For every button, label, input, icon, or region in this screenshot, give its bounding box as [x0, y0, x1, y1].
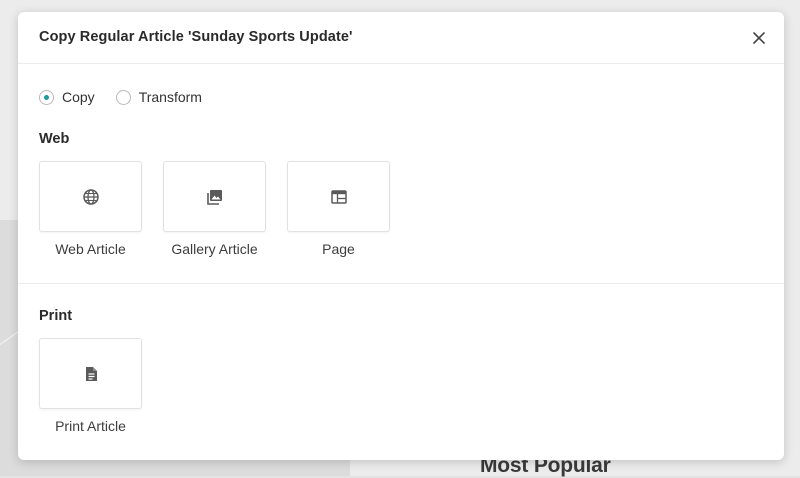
- dialog-header: Copy Regular Article 'Sunday Sports Upda…: [18, 12, 784, 64]
- globe-icon: [82, 188, 99, 205]
- card-page-tile[interactable]: [287, 161, 390, 232]
- card-web-article-tile[interactable]: [39, 161, 142, 232]
- card-page[interactable]: Page: [287, 161, 390, 257]
- close-button[interactable]: [748, 27, 770, 49]
- radio-option-copy[interactable]: Copy: [39, 89, 95, 105]
- card-gallery-article[interactable]: Gallery Article: [163, 161, 266, 257]
- copy-article-dialog: Copy Regular Article 'Sunday Sports Upda…: [18, 12, 784, 460]
- card-print-article-tile[interactable]: [39, 338, 142, 409]
- dialog-title: Copy Regular Article 'Sunday Sports Upda…: [39, 29, 353, 45]
- radio-selected-dot: [44, 94, 49, 100]
- card-page-label: Page: [322, 241, 355, 257]
- section-title-web: Web: [39, 131, 70, 147]
- close-icon: [753, 32, 765, 44]
- card-print-article[interactable]: Print Article: [39, 338, 142, 434]
- section-divider: [18, 283, 784, 284]
- radio-button-copy[interactable]: [39, 89, 54, 105]
- card-print-article-label: Print Article: [55, 418, 126, 434]
- radio-label-transform: Transform: [138, 89, 202, 105]
- image-gallery-icon: [206, 189, 222, 205]
- card-web-article-label: Web Article: [55, 241, 126, 257]
- radio-option-transform[interactable]: Transform: [115, 89, 202, 105]
- radio-label-copy: Copy: [62, 89, 95, 105]
- section-title-print: Print: [39, 308, 73, 324]
- mode-radio-group: Copy Transform: [39, 87, 223, 107]
- card-gallery-article-tile[interactable]: [163, 161, 266, 232]
- page-layout-icon: [330, 189, 347, 204]
- document-icon: [85, 366, 97, 381]
- radio-button-transform[interactable]: [115, 89, 131, 105]
- card-web-article[interactable]: Web Article: [39, 161, 142, 257]
- card-gallery-article-label: Gallery Article: [171, 241, 258, 257]
